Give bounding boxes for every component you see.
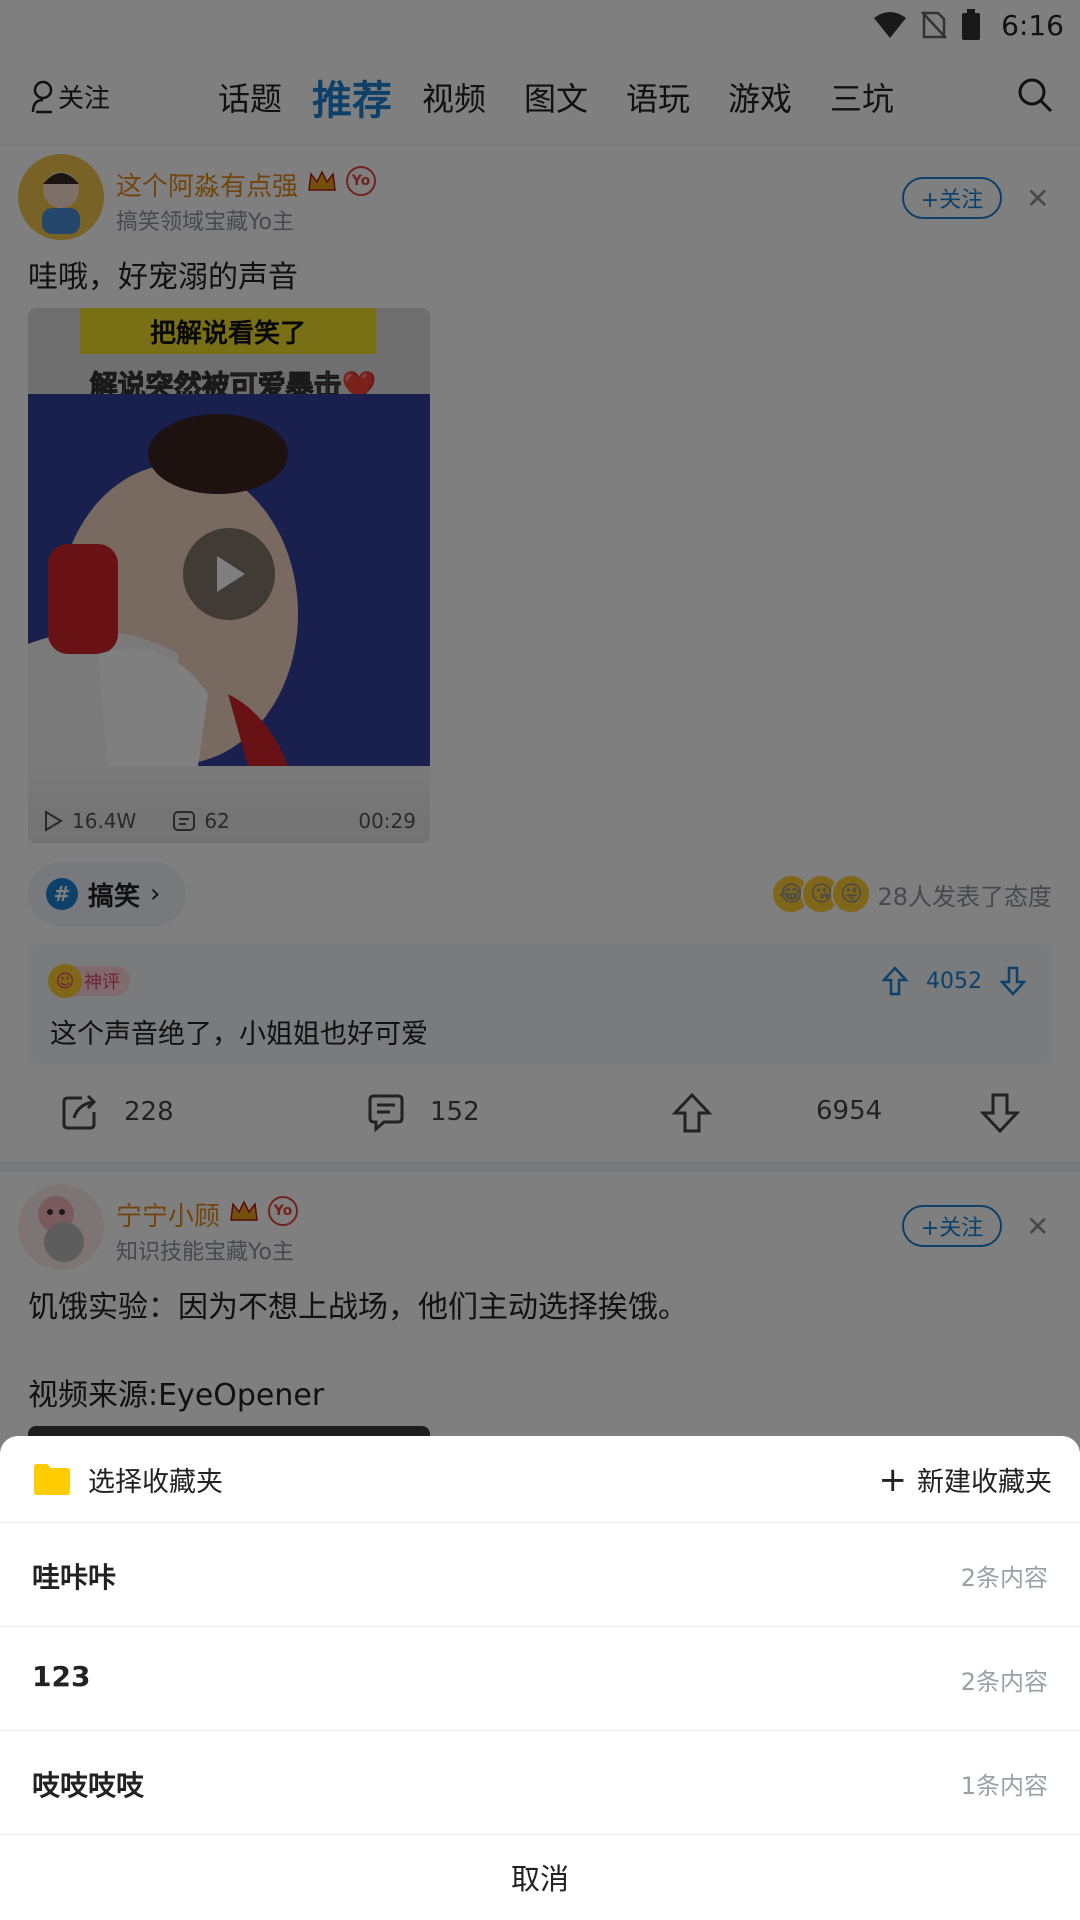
new-folder-label: 新建收藏夹 bbox=[917, 1467, 1052, 1498]
plus-icon: + bbox=[878, 1459, 908, 1500]
folder-count: 2条内容 bbox=[960, 1668, 1048, 1696]
folder-item[interactable]: 吱吱吱吱 1条内容 bbox=[0, 1730, 1080, 1835]
folder-item[interactable]: 123 2条内容 bbox=[0, 1626, 1080, 1731]
cancel-button[interactable]: 取消 bbox=[0, 1834, 1080, 1920]
folder-icon bbox=[34, 1464, 70, 1495]
folder-count: 1条内容 bbox=[960, 1772, 1048, 1800]
folder-name: 吱吱吱吱 bbox=[32, 1769, 145, 1802]
folder-name: 哇咔咔 bbox=[32, 1561, 117, 1594]
folder-item[interactable]: 哇咔咔 2条内容 bbox=[0, 1522, 1080, 1627]
sheet-header: 选择收藏夹 + 新建收藏夹 bbox=[0, 1436, 1080, 1523]
favorites-sheet: 选择收藏夹 + 新建收藏夹 哇咔咔 2条内容 123 2条内容 吱吱吱吱 1条内… bbox=[0, 1436, 1080, 1920]
folder-count: 2条内容 bbox=[960, 1564, 1048, 1592]
folder-name: 123 bbox=[32, 1660, 91, 1693]
sheet-title: 选择收藏夹 bbox=[88, 1467, 223, 1498]
new-folder-button[interactable]: + 新建收藏夹 bbox=[879, 1460, 1053, 1499]
